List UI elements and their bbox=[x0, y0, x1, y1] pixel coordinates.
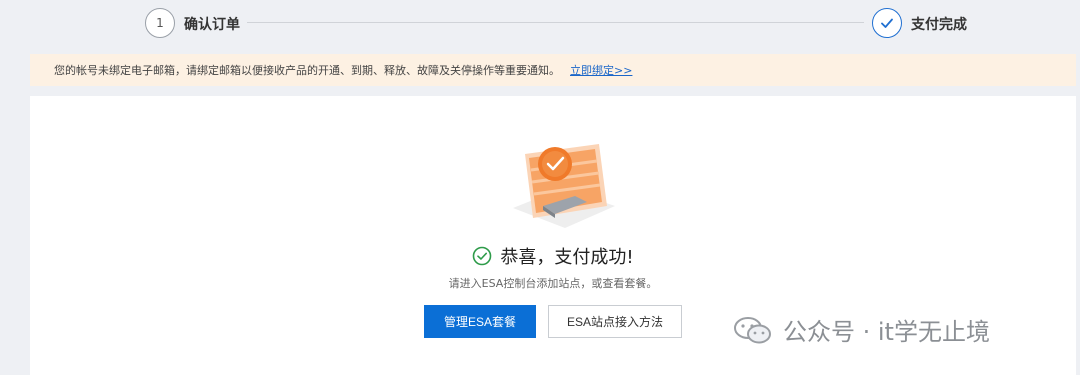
wechat-watermark: 公众号 · it学无止境 bbox=[733, 312, 990, 347]
watermark-text: 公众号 · it学无止境 bbox=[783, 318, 990, 346]
success-subtitle: 请进入ESA控制台添加站点，或查看套餐。 bbox=[448, 277, 658, 290]
step-1-number: 1 bbox=[156, 16, 164, 30]
notice-text: 您的帐号未绑定电子邮箱，请绑定邮箱以便接收产品的开通、到期、释放、故障及关停操作… bbox=[54, 64, 560, 77]
success-title: 恭喜，支付成功! bbox=[500, 247, 634, 268]
order-steps: 1 确认订单 支付完成 bbox=[0, 0, 1080, 46]
success-message-row: 恭喜，支付成功! bbox=[30, 243, 1076, 269]
manage-esa-package-button[interactable]: 管理ESA套餐 bbox=[424, 305, 536, 338]
bind-email-link[interactable]: 立即绑定>> bbox=[570, 62, 632, 78]
wechat-icon bbox=[734, 316, 771, 343]
step-1-indicator: 1 bbox=[145, 8, 175, 38]
email-binding-notice: 您的帐号未绑定电子邮箱，请绑定邮箱以便接收产品的开通、到期、释放、故障及关停操作… bbox=[30, 54, 1076, 86]
checkmark-icon bbox=[881, 18, 893, 28]
step-1-label: 确认订单 bbox=[184, 17, 240, 33]
payment-success-illustration bbox=[513, 144, 615, 228]
esa-site-access-guide-button[interactable]: ESA站点接入方法 bbox=[548, 305, 682, 338]
step-2-indicator bbox=[872, 8, 902, 38]
success-check-circle-icon bbox=[473, 246, 492, 266]
steps-connector-line bbox=[247, 22, 864, 23]
step-2-label: 支付完成 bbox=[911, 17, 967, 33]
